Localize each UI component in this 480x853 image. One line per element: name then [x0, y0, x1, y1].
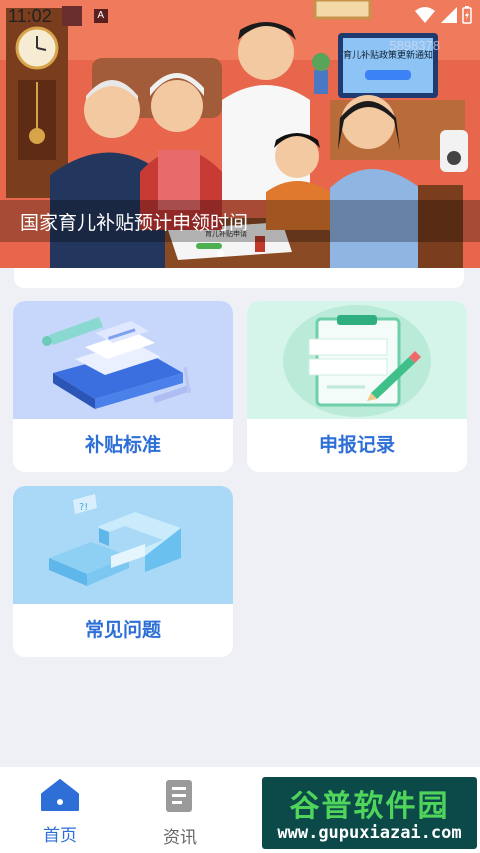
wifi-icon: [415, 7, 435, 23]
site-watermark: 谷普软件园 www.gupuxiazai.com: [262, 777, 477, 849]
home-icon: [41, 779, 79, 811]
banner-caption-bar: 国家育儿补贴预计申领时间: [0, 200, 480, 242]
notice-strip: [14, 268, 464, 288]
signal-icon: [441, 7, 457, 23]
nav-item-news[interactable]: 资讯: [140, 779, 220, 848]
banner-caption: 国家育儿补贴预计申领时间: [20, 212, 249, 234]
clipboard-icon: [247, 301, 467, 419]
battery-icon: [462, 6, 472, 24]
faq-label: 常见问题: [84, 619, 161, 641]
nav-item-home[interactable]: 首页: [20, 779, 100, 846]
document-stack-icon: [13, 301, 233, 419]
faq-card[interactable]: ?! 常见问题: [13, 486, 233, 657]
app-notification-icon: A: [93, 9, 108, 23]
application-record-card[interactable]: 申报记录: [247, 301, 467, 472]
nav-label-home: 首页: [43, 826, 77, 846]
watermark-brand: 谷普软件园: [289, 789, 450, 824]
status-bar: 11:02 A: [0, 0, 480, 32]
nav-label-news: 资讯: [163, 828, 197, 848]
application-record-image: [247, 301, 467, 419]
banner-carousel[interactable]: 育儿补贴政策更新通知 5898378 育儿补贴申请 国家育儿补贴预计申领时间: [0, 0, 480, 268]
status-time: 11:02: [8, 5, 52, 26]
banner-watermark-number: 5898378: [389, 38, 440, 53]
carousel-indicator-dot[interactable]: [217, 250, 224, 257]
subsidy-standard-label: 补贴标准: [84, 434, 161, 456]
svg-text:?!: ?!: [79, 502, 88, 513]
faq-image: ?!: [13, 486, 233, 604]
notification-icon: [61, 6, 82, 26]
application-record-label: 申报记录: [318, 434, 395, 456]
news-icon: [166, 780, 192, 812]
question-mark-icon: ?!: [13, 486, 233, 604]
watermark-url: www.gupuxiazai.com: [277, 823, 462, 843]
subsidy-standard-card[interactable]: 补贴标准: [13, 301, 233, 472]
subsidy-standard-image: [13, 301, 233, 419]
